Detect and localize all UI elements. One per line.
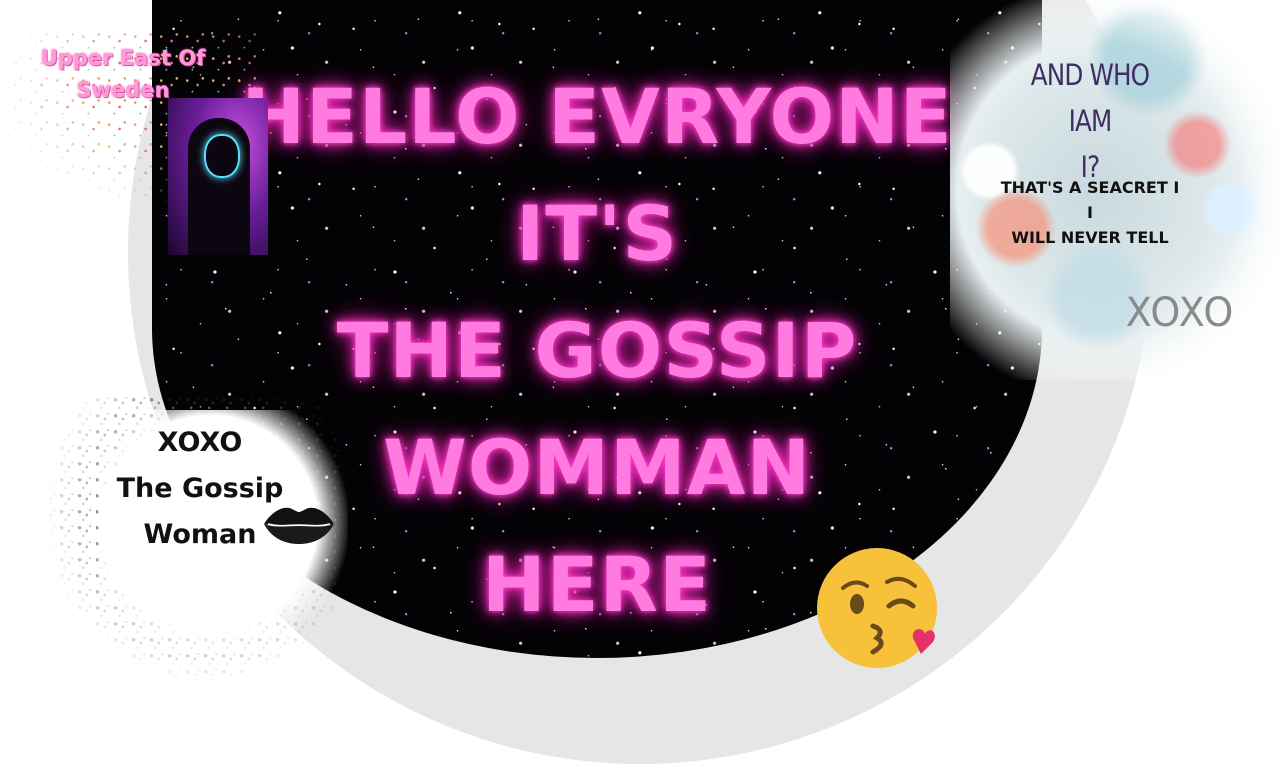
kissing-face-wink-emoji — [817, 548, 937, 668]
upper-east-title: Upper East Of Sweden — [18, 42, 228, 106]
secret-text: THAT'S A SEACRET I I WILL NEVER TELL — [990, 175, 1190, 250]
upper-east-title-line: Upper East Of — [40, 46, 206, 70]
who-am-i-line: AND WHO IAM — [1030, 58, 1150, 138]
headline-line: IT'S — [515, 189, 679, 278]
masked-figure-photo — [168, 98, 268, 255]
headline-line: THE GOSSIP — [336, 306, 858, 395]
lips-icon — [264, 507, 334, 544]
secret-line: THAT'S A SEACRET I — [1000, 178, 1180, 197]
who-am-i-title: AND WHO IAM I? — [1009, 52, 1171, 190]
xoxo-right-text: XOXO — [1125, 290, 1235, 336]
secret-line: WILL NEVER TELL — [1011, 228, 1169, 247]
secret-line: I — [1087, 203, 1093, 222]
headline-line: HELLO EVRYONE — [241, 72, 953, 161]
neon-mask-icon — [204, 134, 240, 178]
signoff-line: XOXO — [157, 427, 243, 458]
